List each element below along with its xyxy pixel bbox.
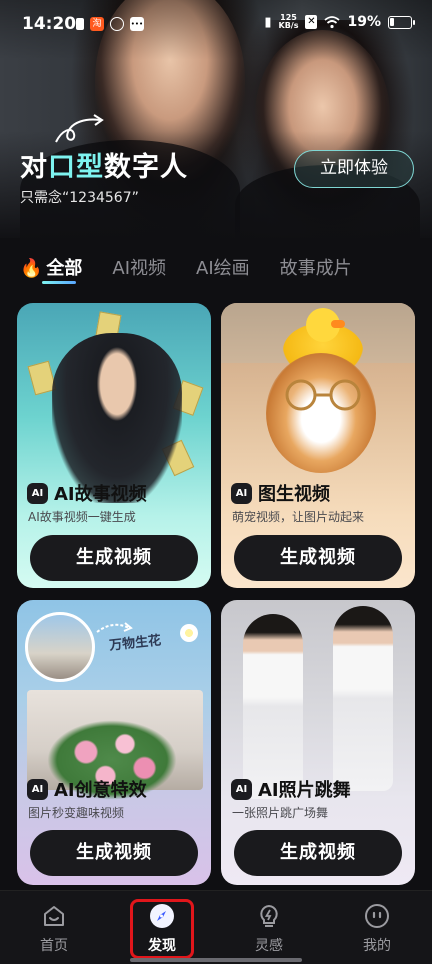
hero-subtitle: 只需念“1234567” xyxy=(20,190,139,206)
dancer-figure-art xyxy=(333,606,393,791)
category-tabs: 🔥 全部 AI视频 AI绘画 故事成片 xyxy=(20,254,382,284)
tab-all-label: 全部 xyxy=(46,258,83,279)
ai-badge-icon: AI xyxy=(231,482,252,504)
generate-video-button[interactable]: 生成视频 xyxy=(234,535,402,581)
curly-arrow-icon xyxy=(55,114,104,143)
generate-video-button[interactable]: 生成视频 xyxy=(30,830,198,876)
puppy-art xyxy=(266,353,376,473)
effect-tag: 万物生花 xyxy=(108,633,162,654)
home-indicator-bar[interactable] xyxy=(130,958,302,962)
feature-card-image-to-video[interactable]: AI 图生视频 萌宠视频，让图片动起来 生成视频 xyxy=(221,303,415,588)
generate-video-button[interactable]: 生成视频 xyxy=(30,535,198,581)
dancer-figure-art xyxy=(243,614,303,799)
card-header: AI 图生视频 xyxy=(231,480,411,506)
net-speed-unit: KB/s xyxy=(278,21,299,30)
vibrate-icon: ▮ xyxy=(264,14,272,30)
card-description: 一张照片跳广场舞 xyxy=(232,806,329,820)
status-system-icons: ▮ 125 KB/s ✕ 19% xyxy=(264,14,415,30)
battery-fill xyxy=(390,17,394,26)
tab-ai-painting[interactable]: AI绘画 xyxy=(196,254,250,280)
nav-profile-label: 我的 xyxy=(363,938,391,954)
before-image-thumbnail xyxy=(25,612,95,682)
lightbulb-bolt-icon xyxy=(260,904,278,927)
card-description: 图片秒变趣味视频 xyxy=(28,806,125,820)
feature-card-ai-photo-dance[interactable]: AI AI照片跳舞 一张照片跳广场舞 生成视频 xyxy=(221,600,415,885)
card-title: AI创意特效 xyxy=(54,780,147,801)
nav-profile[interactable]: 我的 xyxy=(342,903,412,955)
nav-home[interactable]: 首页 xyxy=(19,903,89,955)
discover-highlight-box xyxy=(130,899,194,959)
card-title: AI故事视频 xyxy=(54,484,147,505)
bottom-navigation: 首页 发现 灵感 我的 xyxy=(0,890,432,964)
status-time: 14:20 xyxy=(22,14,77,34)
card-title: AI照片跳舞 xyxy=(258,780,351,801)
feature-card-ai-creative-effects[interactable]: 万物生花 AI AI创意特效 图片秒变趣味视频 生成视频 xyxy=(17,600,211,885)
flower-icon xyxy=(180,624,198,642)
ai-badge-icon: AI xyxy=(27,778,48,800)
flame-icon: 🔥 xyxy=(20,258,43,279)
net-speed: 125 KB/s xyxy=(279,14,299,30)
anime-character-art xyxy=(52,333,182,503)
tab-all[interactable]: 🔥 全部 xyxy=(20,254,82,280)
hero-title-highlight: 口型 xyxy=(48,152,104,183)
sync-icon xyxy=(110,17,124,31)
ai-badge-icon: AI xyxy=(231,778,252,800)
card-header: AI AI故事视频 xyxy=(27,480,207,506)
app-notification-icon: 淘 xyxy=(90,17,104,31)
home-face-icon xyxy=(44,906,64,926)
tab-ai-video[interactable]: AI视频 xyxy=(112,254,166,280)
nav-inspiration-label: 灵感 xyxy=(255,938,283,954)
sim-card-icon xyxy=(76,18,84,30)
try-now-button[interactable]: 立即体验 xyxy=(294,150,414,188)
card-description: AI故事视频一键生成 xyxy=(28,510,136,524)
battery-percent: 19% xyxy=(347,14,381,30)
card-title: 图生视频 xyxy=(258,484,330,505)
no-sim-icon: ✕ xyxy=(305,15,318,29)
glasses-art xyxy=(285,379,361,411)
battery-icon xyxy=(388,15,415,29)
hero-title-suffix: 数字人 xyxy=(104,152,188,183)
nav-inspiration[interactable]: 灵感 xyxy=(234,903,304,955)
hero-title-prefix: 对 xyxy=(20,152,48,183)
profile-face-icon xyxy=(365,904,389,928)
status-notification-icons: 淘 ••• xyxy=(76,17,144,31)
tab-story-film[interactable]: 故事成片 xyxy=(280,254,352,280)
status-bar: 14:20 淘 ••• ▮ 125 KB/s ✕ 19% xyxy=(0,0,432,52)
card-description: 萌宠视频，让图片动起来 xyxy=(232,510,365,524)
ai-badge-icon: AI xyxy=(27,482,48,504)
nav-home-label: 首页 xyxy=(40,938,68,954)
card-header: AI AI创意特效 xyxy=(27,776,207,802)
generate-video-button[interactable]: 生成视频 xyxy=(234,830,402,876)
feature-card-ai-story-video[interactable]: AI AI故事视频 AI故事视频一键生成 生成视频 xyxy=(17,303,211,588)
wifi-icon xyxy=(324,16,341,29)
active-tab-indicator xyxy=(42,281,76,284)
more-notifications-icon: ••• xyxy=(130,17,144,31)
card-header: AI AI照片跳舞 xyxy=(231,776,411,802)
hero-title: 对口型数字人 xyxy=(20,145,188,184)
duck-beak-art xyxy=(331,320,345,328)
